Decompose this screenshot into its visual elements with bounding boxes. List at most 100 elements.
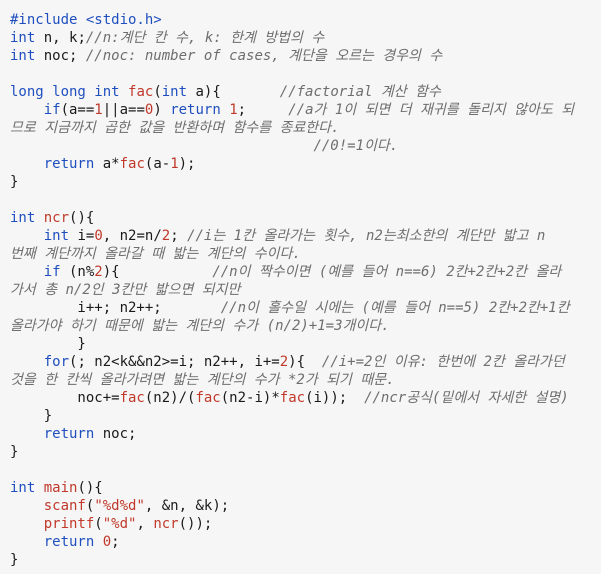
code-line: return a*fac(a-1); bbox=[10, 155, 593, 173]
function-token: fac bbox=[119, 156, 145, 172]
keyword-token: return bbox=[43, 534, 95, 550]
keyword-token: return bbox=[170, 102, 221, 118]
code-line: return noc; bbox=[10, 425, 593, 443]
comment-token: 가서 총 n/2인 3칸만 밟으면 되지만 bbox=[10, 282, 241, 298]
code-token: } bbox=[10, 552, 19, 568]
code-editor: #include <stdio.h> int n, k;//n:계단 칸 수, k… bbox=[0, 0, 601, 574]
comment-token: //i는 1칸 올라가는 횟수, n2는최소한의 계단만 밟고 n bbox=[187, 228, 546, 244]
code-line: } bbox=[10, 443, 593, 461]
code-line: int ncr(){ bbox=[10, 209, 593, 227]
number-token: 2 bbox=[94, 264, 103, 280]
code-token: (; n2<k&&n2>=i; n2++, i+= bbox=[69, 354, 280, 370]
code-line: #include <stdio.h> bbox=[10, 11, 593, 29]
comment-token: //n:계단 칸 수, k: 한계 방법의 수 bbox=[85, 30, 325, 46]
number-token: 0 bbox=[102, 534, 112, 550]
keyword-token: int bbox=[161, 84, 188, 100]
code-line: } bbox=[10, 173, 593, 191]
code-line: int n, k;//n:계단 칸 수, k: 한계 방법의 수 bbox=[10, 29, 593, 47]
code-token: ; bbox=[170, 228, 188, 244]
code-token: n, k; bbox=[35, 30, 86, 46]
code-line: long long int fac(int a){ //factorial 계산… bbox=[10, 83, 593, 101]
code-token: ( bbox=[94, 516, 103, 532]
code-token: ){ bbox=[288, 354, 322, 370]
code-token: , &n, &k); bbox=[144, 498, 230, 514]
code-line: } bbox=[10, 335, 593, 353]
code-token: (){ bbox=[69, 210, 95, 226]
keyword-token: int bbox=[10, 48, 36, 64]
preprocessor-token: #include <stdio.h> bbox=[10, 12, 162, 28]
comment-token: //noc: number of cases, 계단을 오르는 경우의 수 bbox=[85, 48, 443, 64]
code-token: noc+= bbox=[10, 390, 120, 406]
code-token: } bbox=[10, 336, 86, 352]
function-token: ncr bbox=[43, 210, 70, 226]
comment-token: //a가 1이 되면 더 재귀를 돌리지 않아도 되 bbox=[288, 102, 575, 118]
code-line: if(a==1||a==0) return 1; //a가 1이 되면 더 재귀… bbox=[10, 101, 593, 119]
code-line: noc+=fac(n2)/(fac(n2-i)*fac(i)); //ncr공식… bbox=[10, 389, 593, 407]
keyword-token: return bbox=[43, 156, 95, 172]
code-line: 올라가야 하기 때문에 밟는 계단의 수가 (n/2)+1=3개이다. bbox=[10, 317, 593, 335]
comment-token: 번째 계단까지 올라갈 때 밟는 계단의 수이다. bbox=[10, 246, 301, 262]
comment-token: //i+=2인 이유: 한번에 2칸 올라가던 bbox=[321, 354, 565, 370]
keyword-token: int bbox=[43, 228, 70, 244]
code-token: i= bbox=[69, 228, 95, 244]
comment-token: 것을 한 칸씩 올라가려면 밟는 계단의 수가 *2가 되기 때문. bbox=[10, 372, 395, 388]
code-token: } bbox=[10, 174, 19, 190]
comment-token: //ncr공식(밑에서 자세한 설명) bbox=[364, 390, 569, 406]
number-token: 1 bbox=[170, 156, 179, 172]
code-token: , bbox=[136, 516, 154, 532]
code-line: i++; n2++; //n이 홀수일 시에는 (예를 들어 n==5) 2칸+… bbox=[10, 299, 593, 317]
code-line: scanf("%d%d", &n, &k); bbox=[10, 497, 593, 515]
keyword-token: if bbox=[43, 102, 61, 118]
keyword-token: int bbox=[10, 210, 36, 226]
number-token: 2 bbox=[279, 354, 289, 370]
keyword-token: int bbox=[10, 30, 36, 46]
code-token: noc; bbox=[94, 426, 137, 442]
code-token: , n2=n/ bbox=[102, 228, 162, 244]
function-token: main bbox=[43, 480, 78, 496]
code-line: 가서 총 n/2인 3칸만 밟으면 되지만 bbox=[10, 281, 593, 299]
code-line: } bbox=[10, 407, 593, 425]
function-token: ncr bbox=[153, 516, 179, 532]
comment-token: //n이 홀수일 시에는 (예를 들어 n==5) 2칸+2칸+1칸 bbox=[220, 300, 570, 316]
string-token: "%d%d" bbox=[94, 498, 145, 514]
code-token: (i)); bbox=[305, 390, 365, 406]
code-line: printf("%d", ncr()); bbox=[10, 515, 593, 533]
number-token: 0 bbox=[94, 228, 103, 244]
code-line: 번째 계단까지 올라갈 때 밟는 계단의 수이다. bbox=[10, 245, 593, 263]
code-line: //0!=1이다. bbox=[10, 137, 593, 155]
code-token: } bbox=[10, 408, 53, 424]
code-token: (n2)/( bbox=[144, 390, 196, 406]
comment-token: //factorial 계산 함수 bbox=[279, 84, 441, 100]
function-token: printf bbox=[43, 516, 95, 532]
code-token: } bbox=[10, 444, 19, 460]
function-token: fac bbox=[279, 390, 306, 406]
code-token: ()); bbox=[178, 516, 213, 532]
code-line: 것을 한 칸씩 올라가려면 밟는 계단의 수가 *2가 되기 때문. bbox=[10, 371, 593, 389]
code-line: 므로 지금까지 곱한 값을 반환하며 함수를 종료한다. bbox=[10, 119, 593, 137]
keyword-token: if bbox=[43, 264, 61, 280]
keyword-token: int bbox=[10, 480, 36, 496]
function-token: fac bbox=[128, 84, 154, 100]
code-line: } bbox=[10, 551, 593, 569]
number-token: 1 bbox=[229, 102, 238, 118]
code-token: (){ bbox=[77, 480, 103, 496]
code-token: (a== bbox=[60, 102, 95, 118]
code-token: ); bbox=[178, 156, 196, 172]
keyword-token: long long int bbox=[10, 84, 120, 100]
